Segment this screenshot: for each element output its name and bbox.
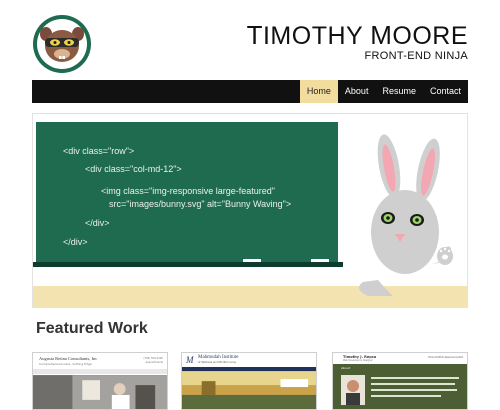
featured-thumb-mahmudah-institute[interactable]: M Mahmudah Institute of Wellness and Min…: [181, 352, 317, 410]
nav-item-about[interactable]: About: [338, 80, 376, 103]
thumb-subtitle: Web Developer & Designer: [343, 359, 373, 362]
code-line-4: src="images/bunny.svg" alt="Bunny Waving…: [109, 199, 291, 209]
hero-scene: <div class="row"> <div class="col-md-12"…: [33, 122, 467, 307]
hero-illustration: <div class="row"> <div class="col-md-12"…: [32, 113, 468, 308]
thumb-about-label: About: [341, 366, 350, 370]
thumb-subtitle: of Wellness and Mindful Living: [198, 361, 236, 364]
thumb-photo: [182, 371, 316, 409]
site-owner-role: Front-End Ninja: [364, 50, 468, 62]
navbar: Home About Resume Contact: [32, 80, 468, 103]
code-line-1: <div class="row">: [63, 146, 134, 156]
chalkboard-ledge: [33, 262, 343, 267]
featured-thumb-augusta-retina[interactable]: Augusta Retina Consultants, Inc Comprehe…: [32, 352, 168, 410]
featured-work-heading: Featured Work: [36, 320, 148, 337]
nav-menu: Home About Resume Contact: [299, 80, 468, 103]
code-line-5: </div>: [85, 218, 110, 228]
thumb-title: Augusta Retina Consultants, Inc: [39, 356, 98, 361]
thumb-phone: (706) 555-0100 Appointments: [143, 357, 163, 364]
thumb-menu-bar: [33, 369, 167, 374]
floor: [33, 286, 467, 307]
chalk-piece: [311, 259, 329, 262]
featured-thumb-timothy-repco[interactable]: Timothy J. Repco Web Developer & Designe…: [332, 352, 468, 410]
code-line-3: <img class="img-responsive large-feature…: [101, 186, 275, 196]
code-line-2: <div class="col-md-12">: [85, 164, 182, 174]
nav-item-contact[interactable]: Contact: [423, 80, 468, 103]
logo-avatar: [33, 15, 91, 73]
thumb-logo-mark: M: [186, 355, 194, 365]
code-line-6: </div>: [63, 237, 88, 247]
chalk-piece: [243, 259, 261, 262]
nav-item-home[interactable]: Home: [299, 80, 338, 103]
thumb-photo: [33, 375, 167, 409]
site-owner-name: Timothy Moore: [246, 20, 468, 50]
thumb-title: Mahmudah Institute: [198, 355, 239, 360]
bunny-waving: [359, 134, 453, 296]
nav-item-resume[interactable]: Resume: [375, 80, 423, 103]
thumb-subtitle: Comprehensive Care, Cutting Edge: [39, 362, 92, 366]
thumb-menu: Home Portfolio Resume Contact: [428, 356, 463, 359]
thumb-portrait: [341, 375, 365, 405]
thumb-text-lines: [371, 377, 459, 397]
